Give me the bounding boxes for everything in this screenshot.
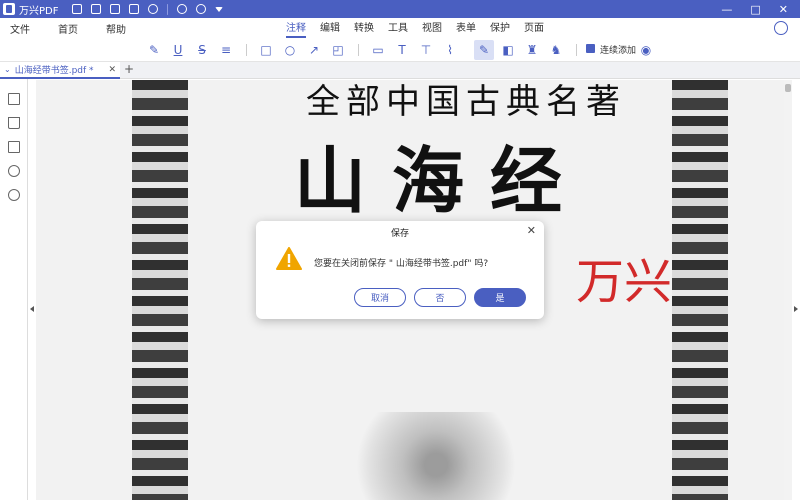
collapse-right-icon[interactable] [794, 306, 798, 312]
save-dialog: 保存 ✕ 您要在关闭前保存 " 山海经带书签.pdf" 吗? 取消 否 是 [256, 221, 544, 319]
circle-icon[interactable]: ○ [282, 42, 298, 58]
rectangle-icon[interactable]: □ [258, 42, 274, 58]
comment-icon[interactable]: ▭ [370, 42, 386, 58]
document-tab-bar: ⌄ 山海经带书签.pdf * ✕ + [0, 62, 800, 79]
save-icon[interactable] [91, 4, 102, 14]
app-title: 万兴PDF [19, 5, 59, 17]
warning-icon [276, 247, 302, 270]
arrow-icon[interactable]: ↗ [306, 42, 322, 58]
decorative-border-right [672, 80, 728, 500]
tab-protect[interactable]: 保护 [490, 19, 510, 38]
customize-dropdown-icon[interactable] [215, 6, 224, 12]
divider [576, 44, 577, 56]
textbox-icon[interactable]: ⊤ [418, 42, 434, 58]
app-logo-icon [3, 3, 15, 15]
comments-icon[interactable] [8, 141, 20, 153]
title-bar: 万兴PDF — □ ✕ [0, 0, 800, 18]
maximize-icon[interactable]: □ [750, 3, 760, 16]
attachment-icon[interactable] [8, 165, 20, 177]
divider [358, 44, 359, 56]
close-window-icon[interactable]: ✕ [779, 3, 788, 16]
print-icon[interactable] [129, 4, 140, 14]
attachment-icon[interactable]: ⌇ [442, 42, 458, 58]
text-lines-icon[interactable]: ≡ [218, 42, 234, 58]
scroll-thumb[interactable] [785, 84, 791, 92]
eye-icon[interactable]: ◉ [638, 42, 654, 58]
tab-tools[interactable]: 工具 [388, 19, 408, 38]
pencil-icon[interactable]: ✎ [474, 40, 494, 60]
menu-file[interactable]: 文件 [10, 21, 30, 36]
minimize-icon[interactable]: — [721, 3, 732, 16]
user-avatar-icon[interactable] [774, 21, 788, 35]
divider [246, 44, 247, 56]
tab-form[interactable]: 表单 [456, 19, 476, 38]
left-sidebar [0, 79, 28, 500]
new-tab-icon[interactable]: + [124, 62, 134, 76]
no-button[interactable]: 否 [414, 288, 466, 307]
cut-icon[interactable] [148, 4, 159, 14]
annotation-toolbar: ✎ U S ≡ □ ○ ↗ ◰ ▭ T ⊤ ⌇ ✎ ◧ ♜ ♞ 连续添加 ◉ [0, 38, 800, 62]
tab-annotate[interactable]: 注释 [286, 19, 306, 38]
dialog-message: 您要在关闭前保存 " 山海经带书签.pdf" 吗? [314, 259, 489, 269]
cancel-button[interactable]: 取消 [354, 288, 406, 307]
menu-home[interactable]: 首页 [58, 21, 78, 36]
text-icon[interactable]: T [394, 42, 410, 58]
underline-icon[interactable]: U [170, 42, 186, 58]
vertical-scrollbar[interactable] [784, 80, 792, 500]
eraser-icon[interactable]: ◧ [500, 42, 516, 58]
search-icon[interactable] [8, 189, 20, 201]
close-icon[interactable]: ✕ [527, 224, 536, 237]
redo-icon[interactable] [196, 4, 207, 14]
landscape-illustration [336, 412, 536, 500]
chevron-down-icon[interactable]: ⌄ [4, 65, 11, 74]
page-title-big: 山海经 [294, 138, 589, 223]
page-title-top: 全部中国古典名著 [306, 82, 626, 122]
open-folder-icon[interactable] [72, 4, 83, 14]
window-controls: — □ ✕ [721, 3, 788, 16]
tab-page[interactable]: 页面 [524, 19, 544, 38]
document-tab-name: 山海经带书签.pdf * [14, 66, 94, 76]
bookmark-icon[interactable] [8, 117, 20, 129]
email-icon[interactable] [110, 4, 121, 14]
continuous-add-label: 连续添加 [600, 46, 637, 56]
stamp-icon[interactable]: ♜ [524, 42, 540, 58]
shapes-dropdown-icon[interactable]: ◰ [330, 42, 346, 58]
collapse-left-icon[interactable] [30, 306, 34, 312]
handwritten-annotation: 万兴 [576, 254, 673, 310]
signature-dropdown-icon[interactable]: ♞ [548, 42, 564, 58]
tab-view[interactable]: 视图 [422, 19, 442, 38]
quick-access-toolbar [72, 3, 224, 15]
highlight-icon[interactable]: ✎ [146, 42, 162, 58]
thumbnails-icon[interactable] [8, 93, 20, 105]
tab-edit[interactable]: 编辑 [320, 19, 340, 38]
yes-button[interactable]: 是 [474, 288, 526, 307]
menu-help[interactable]: 帮助 [106, 21, 126, 36]
tab-convert[interactable]: 转换 [354, 19, 374, 38]
close-tab-icon[interactable]: ✕ [108, 65, 116, 75]
strikethrough-icon[interactable]: S [194, 42, 210, 58]
decorative-border-left [132, 80, 188, 500]
ribbon-tabs: 注释 编辑 转换 工具 视图 表单 保护 页面 [286, 19, 544, 38]
divider [167, 3, 169, 15]
document-tab[interactable]: ⌄ 山海经带书签.pdf * ✕ [0, 62, 120, 79]
undo-icon[interactable] [177, 4, 188, 14]
continuous-add-checkbox[interactable] [586, 44, 595, 53]
menu-bar: 文件 首页 帮助 注释 编辑 转换 工具 视图 表单 保护 页面 [0, 18, 800, 38]
dialog-title: 保存 [390, 229, 409, 239]
